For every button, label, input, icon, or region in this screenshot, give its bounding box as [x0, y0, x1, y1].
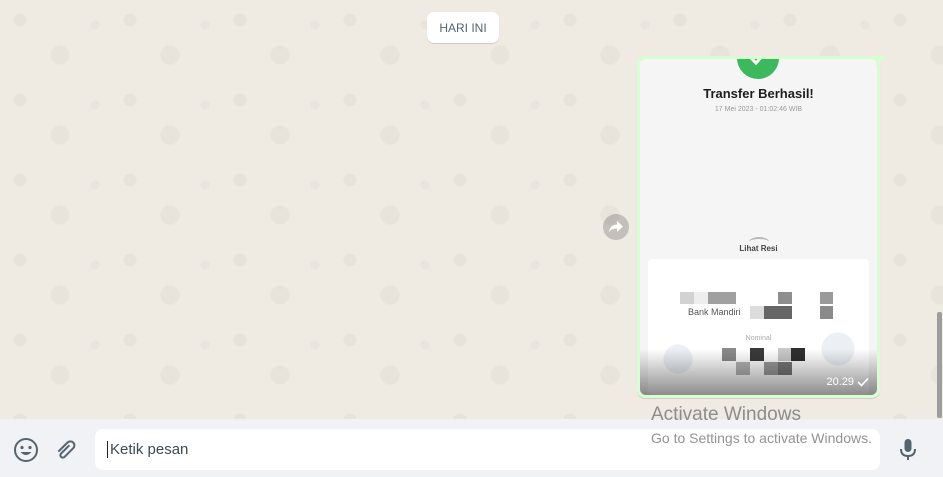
message-input[interactable] [110, 441, 850, 458]
message-meta: 20.29 [826, 376, 869, 388]
attach-button[interactable] [52, 435, 82, 465]
forward-message-button[interactable] [603, 214, 629, 240]
voice-message-button[interactable] [893, 435, 923, 465]
image-bottom-gradient [640, 349, 877, 395]
emoji-icon [14, 438, 38, 462]
receipt-image[interactable]: Transfer Berhasil! 17 Mei 2023 - 01:02:4… [640, 59, 877, 395]
censored-block [708, 292, 736, 304]
censored-block [680, 292, 694, 304]
censored-block [778, 292, 792, 304]
receipt-title: Transfer Berhasil! [703, 86, 814, 101]
text-caret [107, 441, 108, 458]
single-check-icon [857, 377, 869, 387]
message-time: 20.29 [826, 376, 854, 388]
microphone-icon [900, 439, 916, 460]
outgoing-message-bubble[interactable]: Transfer Berhasil! 17 Mei 2023 - 01:02:4… [637, 56, 880, 398]
chat-scrollbar[interactable] [937, 312, 942, 418]
lihat-resi-label: Lihat Resi [739, 244, 778, 253]
bank-name: Bank Mandiri [688, 307, 741, 317]
censored-block [694, 292, 708, 304]
message-input-box[interactable] [95, 429, 880, 470]
censored-block [820, 292, 833, 304]
date-divider-chip: HARI INI [427, 12, 499, 43]
censored-block [764, 306, 792, 319]
message-composer [0, 419, 943, 477]
date-divider-label: HARI INI [439, 20, 487, 35]
censored-block [750, 306, 764, 319]
paperclip-icon [58, 440, 76, 459]
chat-background: HARI INI Transfer Berhasil! 17 Mei 2023 … [0, 0, 943, 419]
emoji-button[interactable] [11, 435, 41, 465]
bubble-tail [876, 56, 886, 66]
success-check-icon [737, 59, 779, 79]
receipt-date: 17 Mei 2023 - 01:02:46 WIB [714, 106, 803, 113]
nominal-label: Nominal [745, 335, 772, 342]
forward-icon [609, 221, 623, 233]
censored-block [820, 306, 833, 319]
